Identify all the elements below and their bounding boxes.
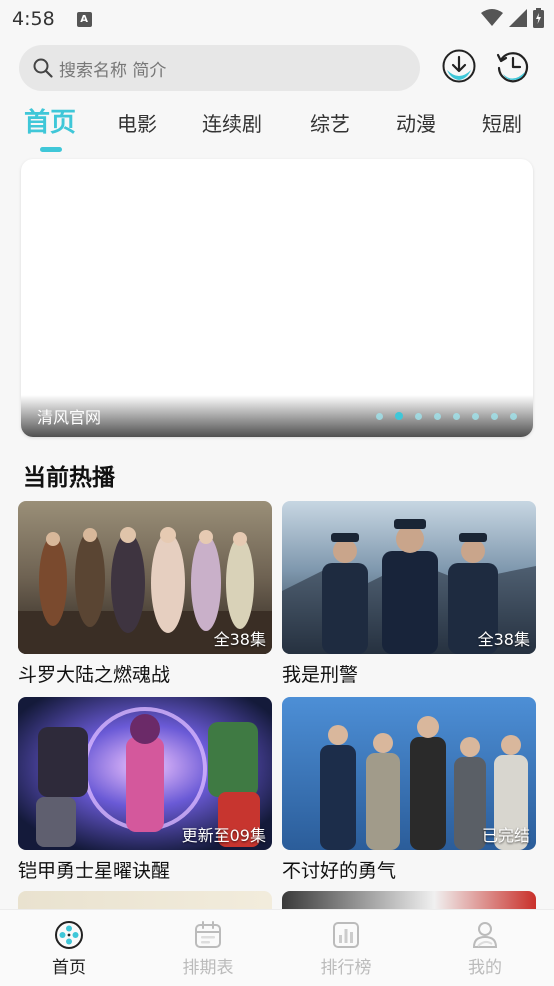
- video-title[interactable]: 我是刑警: [282, 660, 536, 687]
- bottom-navigation: 首页 排期表 排行榜 我的: [0, 909, 554, 986]
- bar-chart-icon: [333, 922, 359, 948]
- video-card[interactable]: 全38集 斗罗大陆之燃魂战: [18, 501, 272, 687]
- tab-movie[interactable]: 电影: [117, 108, 157, 137]
- episode-badge: 更新至09集: [181, 826, 266, 845]
- nav-profile[interactable]: 我的: [445, 920, 525, 978]
- carousel-dot[interactable]: [415, 412, 422, 420]
- tab-anime[interactable]: 动漫: [396, 108, 436, 137]
- banner-carousel[interactable]: 清风官网: [21, 159, 533, 437]
- category-tabs: 首页 电影 连续剧 综艺 动漫 短剧: [0, 100, 554, 158]
- nav-schedule[interactable]: 排期表: [168, 920, 248, 978]
- signal-icon: [509, 9, 527, 27]
- video-card[interactable]: 更新至09集 铠甲勇士星曜诀醒: [18, 697, 272, 883]
- video-title[interactable]: 斗罗大陆之燃魂战: [18, 660, 272, 687]
- video-card[interactable]: 已完结 不讨好的勇气: [282, 697, 536, 883]
- carousel-dot[interactable]: [434, 412, 441, 420]
- episode-badge: 全38集: [213, 630, 266, 649]
- tab-indicator: [40, 147, 62, 152]
- status-bar: 4:58 A: [0, 0, 554, 38]
- battery-icon: [533, 8, 544, 28]
- carousel-dots: [376, 412, 517, 420]
- profile-icon: [472, 922, 498, 948]
- nav-home[interactable]: 首页: [29, 920, 109, 978]
- film-reel-icon: [55, 921, 83, 949]
- search-placeholder: 搜索名称 简介: [59, 60, 167, 81]
- video-card[interactable]: 全38集 我是刑警: [282, 501, 536, 687]
- nav-ranking[interactable]: 排行榜: [306, 920, 386, 978]
- search-icon: [33, 58, 53, 78]
- carousel-dot[interactable]: [376, 412, 383, 420]
- calendar-icon: [195, 921, 221, 948]
- nav-label: 首页: [52, 958, 86, 978]
- video-card-partial[interactable]: [18, 891, 272, 909]
- tab-variety[interactable]: 综艺: [310, 108, 350, 137]
- banner-caption: 清风官网: [37, 408, 102, 427]
- video-thumbnail[interactable]: 更新至09集: [18, 697, 272, 850]
- video-thumbnail[interactable]: 全38集: [282, 501, 536, 654]
- episode-badge: 已完结: [481, 826, 530, 845]
- carousel-dot[interactable]: [491, 412, 498, 420]
- carousel-dot[interactable]: [472, 412, 479, 420]
- nav-label: 排期表: [182, 958, 234, 978]
- history-icon[interactable]: [495, 48, 531, 84]
- tab-series[interactable]: 连续剧: [202, 108, 262, 137]
- search-input[interactable]: 搜索名称 简介: [19, 45, 420, 91]
- download-icon[interactable]: [441, 48, 477, 84]
- carousel-dot[interactable]: [453, 412, 460, 420]
- video-card-partial[interactable]: [282, 891, 536, 909]
- wifi-icon: [481, 9, 503, 26]
- video-thumbnail[interactable]: 全38集: [18, 501, 272, 654]
- episode-badge: 全38集: [477, 630, 530, 649]
- tab-short-drama[interactable]: 短剧: [482, 108, 522, 137]
- nav-label: 排行榜: [320, 958, 372, 978]
- carousel-dot[interactable]: [510, 412, 517, 420]
- tab-home[interactable]: 首页: [24, 102, 76, 139]
- notification-icon: A: [76, 11, 92, 27]
- nav-label: 我的: [468, 958, 502, 978]
- status-time: 4:58: [12, 8, 55, 30]
- status-icons: [481, 8, 544, 28]
- video-title[interactable]: 不讨好的勇气: [282, 856, 536, 883]
- video-title[interactable]: 铠甲勇士星曜诀醒: [18, 856, 272, 883]
- carousel-dot-active[interactable]: [395, 412, 403, 420]
- section-title: 当前热播: [23, 465, 115, 491]
- video-thumbnail[interactable]: 已完结: [282, 697, 536, 850]
